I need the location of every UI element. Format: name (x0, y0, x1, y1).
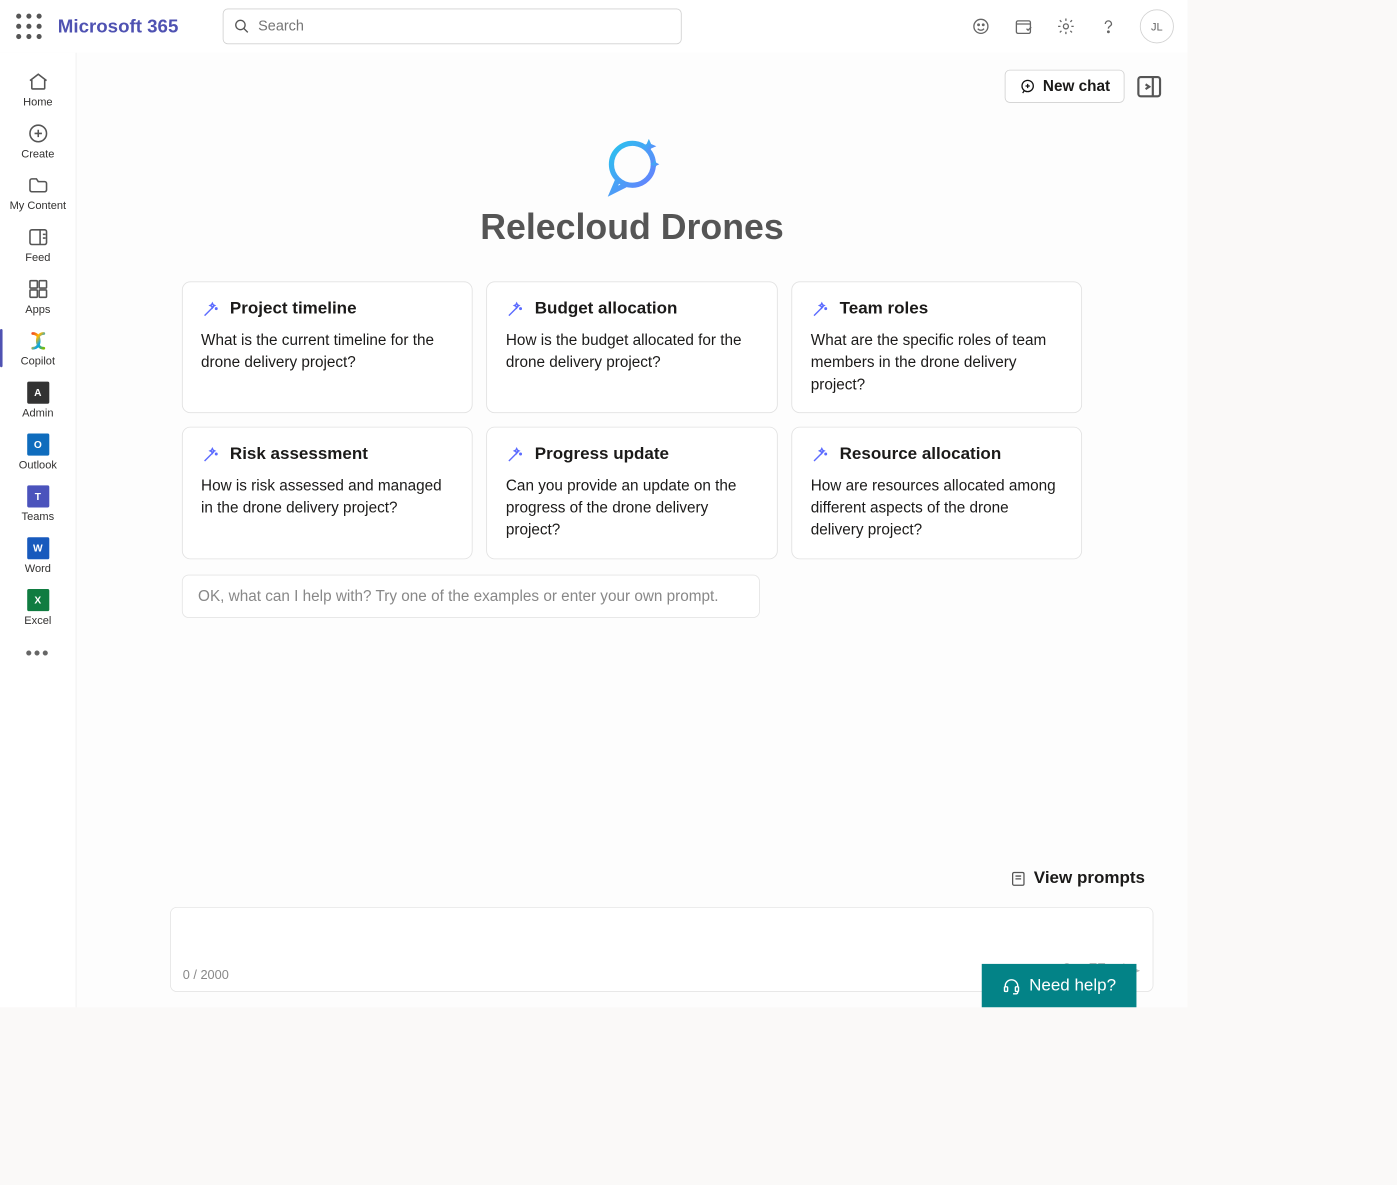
prompt-card-budget-allocation[interactable]: Budget allocation How is the budget allo… (486, 281, 777, 413)
prompt-card-grid: Project timeline What is the current tim… (181, 281, 1082, 559)
outlook-icon: O (26, 433, 50, 457)
rail-item-teams[interactable]: T Teams (0, 478, 76, 530)
card-title: Resource allocation (840, 445, 1002, 465)
prompt-card-risk-assessment[interactable]: Risk assessment How is risk assessed and… (181, 427, 472, 559)
apps-grid-icon (26, 277, 50, 301)
prompt-card-progress-update[interactable]: Progress update Can you provide an updat… (486, 427, 777, 559)
rail-item-outlook[interactable]: O Outlook (0, 426, 76, 478)
content-topbar: New chat (77, 53, 1188, 103)
brand-label[interactable]: Microsoft 365 (58, 15, 179, 37)
rail-item-word[interactable]: W Word (0, 530, 76, 582)
suggestion-bar[interactable]: OK, what can I help with? Try one of the… (182, 574, 760, 617)
view-prompts-label: View prompts (1034, 869, 1145, 889)
wand-icon (201, 445, 220, 464)
rail-item-label: Teams (22, 510, 55, 523)
rail-item-label: My Content (10, 199, 67, 212)
page-title: Relecloud Drones (480, 207, 784, 248)
rail-item-create[interactable]: Create (0, 115, 76, 167)
waffle-icon (14, 11, 45, 42)
gear-icon (1057, 17, 1076, 36)
rail-item-copilot[interactable]: Copilot (0, 322, 76, 374)
prompt-card-team-roles[interactable]: Team roles What are the specific roles o… (791, 281, 1082, 413)
card-body: How is the budget allocated for the dron… (506, 329, 758, 373)
rail-more-button[interactable]: ••• (0, 633, 76, 672)
search-input[interactable] (258, 18, 670, 35)
left-rail: Home Create My Content Feed Apps (0, 53, 77, 1008)
rail-item-label: Word (25, 562, 51, 575)
rail-item-label: Outlook (19, 458, 57, 471)
hero: Relecloud Drones (77, 128, 1188, 247)
teams-icon: T (26, 485, 50, 509)
account-avatar[interactable]: JL (1140, 9, 1174, 43)
card-title: Risk assessment (230, 445, 368, 465)
wand-icon (201, 300, 220, 319)
calendar-check-icon (1014, 17, 1033, 36)
rail-item-apps[interactable]: Apps (0, 270, 76, 322)
plus-chat-icon (1019, 78, 1036, 95)
wand-icon (506, 445, 525, 464)
card-title: Team roles (840, 299, 929, 319)
word-icon: W (26, 536, 50, 560)
new-chat-label: New chat (1043, 77, 1110, 95)
prompt-card-project-timeline[interactable]: Project timeline What is the current tim… (181, 281, 472, 413)
rail-item-label: Excel (24, 614, 51, 627)
need-help-button[interactable]: Need help? (981, 964, 1136, 1007)
rail-item-label: Admin (22, 406, 53, 419)
rail-item-feed[interactable]: Feed (0, 218, 76, 270)
rail-item-label: Apps (25, 303, 50, 316)
main-content: New chat Relecloud Drones Project timeli… (77, 53, 1188, 1008)
search-box[interactable] (223, 9, 682, 45)
emoji-button[interactable] (965, 10, 997, 42)
card-title: Progress update (535, 445, 669, 465)
new-chat-button[interactable]: New chat (1005, 70, 1125, 103)
view-prompts-button[interactable]: View prompts (1010, 869, 1145, 889)
search-icon (234, 18, 250, 35)
rail-item-label: Copilot (21, 354, 55, 367)
app-launcher-button[interactable] (14, 11, 45, 42)
rail-item-admin[interactable]: A Admin (0, 374, 76, 426)
rail-item-label: Feed (25, 251, 50, 264)
card-body: What is the current timeline for the dro… (201, 329, 453, 373)
excel-icon: X (26, 588, 50, 612)
wand-icon (811, 300, 830, 319)
question-icon (1099, 17, 1118, 36)
calendar-check-button[interactable] (1007, 10, 1039, 42)
char-counter: 0 / 2000 (183, 968, 229, 982)
need-help-label: Need help? (1029, 976, 1116, 996)
panel-toggle-icon (1135, 72, 1164, 101)
card-title: Budget allocation (535, 299, 678, 319)
prompt-card-resource-allocation[interactable]: Resource allocation How are resources al… (791, 427, 1082, 559)
prompts-icon (1010, 870, 1027, 887)
headset-icon (1002, 976, 1021, 995)
rail-item-home[interactable]: Home (0, 63, 76, 115)
copilot-chat-icon (595, 128, 670, 203)
toggle-panel-button[interactable] (1135, 72, 1164, 101)
card-body: What are the specific roles of team memb… (811, 329, 1063, 396)
plus-circle-icon (26, 122, 50, 146)
rail-item-my-content[interactable]: My Content (0, 167, 76, 219)
admin-icon: A (26, 381, 50, 405)
home-icon (26, 70, 50, 94)
wand-icon (506, 300, 525, 319)
folder-icon (26, 173, 50, 197)
card-body: How are resources allocated among differ… (811, 475, 1063, 542)
rail-item-label: Home (23, 95, 52, 108)
card-title: Project timeline (230, 299, 357, 319)
settings-button[interactable] (1050, 10, 1082, 42)
copilot-icon (26, 329, 50, 353)
wand-icon (811, 445, 830, 464)
top-header: Microsoft 365 JL (0, 0, 1187, 53)
rail-item-label: Create (21, 147, 54, 160)
card-body: How is risk assessed and managed in the … (201, 475, 453, 519)
card-body: Can you provide an update on the progres… (506, 475, 758, 542)
smiley-icon (972, 17, 991, 36)
rail-item-excel[interactable]: X Excel (0, 581, 76, 633)
help-button[interactable] (1092, 10, 1124, 42)
feed-icon (26, 225, 50, 249)
